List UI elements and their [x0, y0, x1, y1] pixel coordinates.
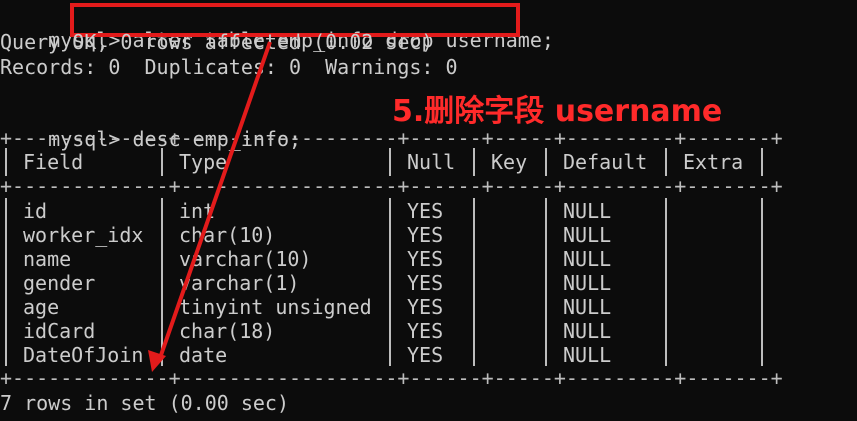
cell-type: varchar(1): [179, 271, 300, 295]
header-extra: Extra: [683, 150, 744, 174]
result-line-1: Query OK, 0 rows affected (0.02 sec): [0, 30, 434, 54]
cell-type: tinyint unsigned: [179, 295, 372, 319]
cell-null: YES: [407, 295, 444, 319]
cell-type: char(10): [179, 223, 276, 247]
cell-default: NULL: [563, 271, 612, 295]
cell-null: YES: [407, 319, 444, 343]
result-line-2: Records: 0 Duplicates: 0 Warnings: 0: [0, 55, 458, 79]
cell-null: YES: [407, 343, 444, 367]
cell-default: NULL: [563, 343, 612, 367]
table-vbar: [665, 198, 667, 366]
cell-null: YES: [407, 223, 444, 247]
header-null: Null: [407, 150, 456, 174]
cell-null: YES: [407, 199, 444, 223]
cell-null: YES: [407, 271, 444, 295]
cell-type: int: [179, 199, 216, 223]
cell-type: date: [179, 343, 228, 367]
cell-default: NULL: [563, 199, 612, 223]
table-vbar: [761, 148, 763, 176]
header-type: Type: [179, 150, 228, 174]
cell-field: gender: [23, 271, 96, 295]
table-border-bottom: +-------------+------------------+------…: [0, 366, 783, 390]
header-field: Field: [23, 150, 84, 174]
table-vbar: [389, 148, 391, 176]
table-vbar: [161, 148, 163, 176]
cell-default: NULL: [563, 247, 612, 271]
cell-default: NULL: [563, 295, 612, 319]
cell-field: DateOfJoin: [23, 343, 144, 367]
cell-field: worker_idx: [23, 223, 144, 247]
cell-default: NULL: [563, 319, 612, 343]
result-footer: 7 rows in set (0.00 sec): [0, 391, 289, 415]
cell-type: char(18): [179, 319, 276, 343]
table-vbar: [761, 198, 763, 366]
table-vbar: [545, 198, 547, 366]
table-vbar: [5, 148, 7, 176]
table-vbar: [665, 148, 667, 176]
cell-default: NULL: [563, 223, 612, 247]
table-vbar: [5, 198, 7, 366]
table-border-top: +-------------+------------------+------…: [0, 126, 783, 150]
cell-field: name: [23, 247, 72, 271]
header-key: Key: [491, 150, 528, 174]
table-vbar: [545, 148, 547, 176]
cell-type: varchar(10): [179, 247, 312, 271]
table-vbar: [473, 198, 475, 366]
table-vbar: [161, 198, 163, 366]
terminal-window[interactable]: mysql> alter table emp_info drop usernam…: [0, 0, 857, 421]
table-vbar: [389, 198, 391, 366]
cell-field: id: [23, 199, 48, 223]
desc-command-line: mysql> desc emp_info;: [0, 103, 301, 151]
cell-field: idCard: [23, 319, 96, 343]
table-border-mid: +-------------+------------------+------…: [0, 174, 783, 198]
cell-field: age: [23, 295, 60, 319]
table-vbar: [473, 148, 475, 176]
header-default: Default: [563, 150, 648, 174]
cell-null: YES: [407, 247, 444, 271]
